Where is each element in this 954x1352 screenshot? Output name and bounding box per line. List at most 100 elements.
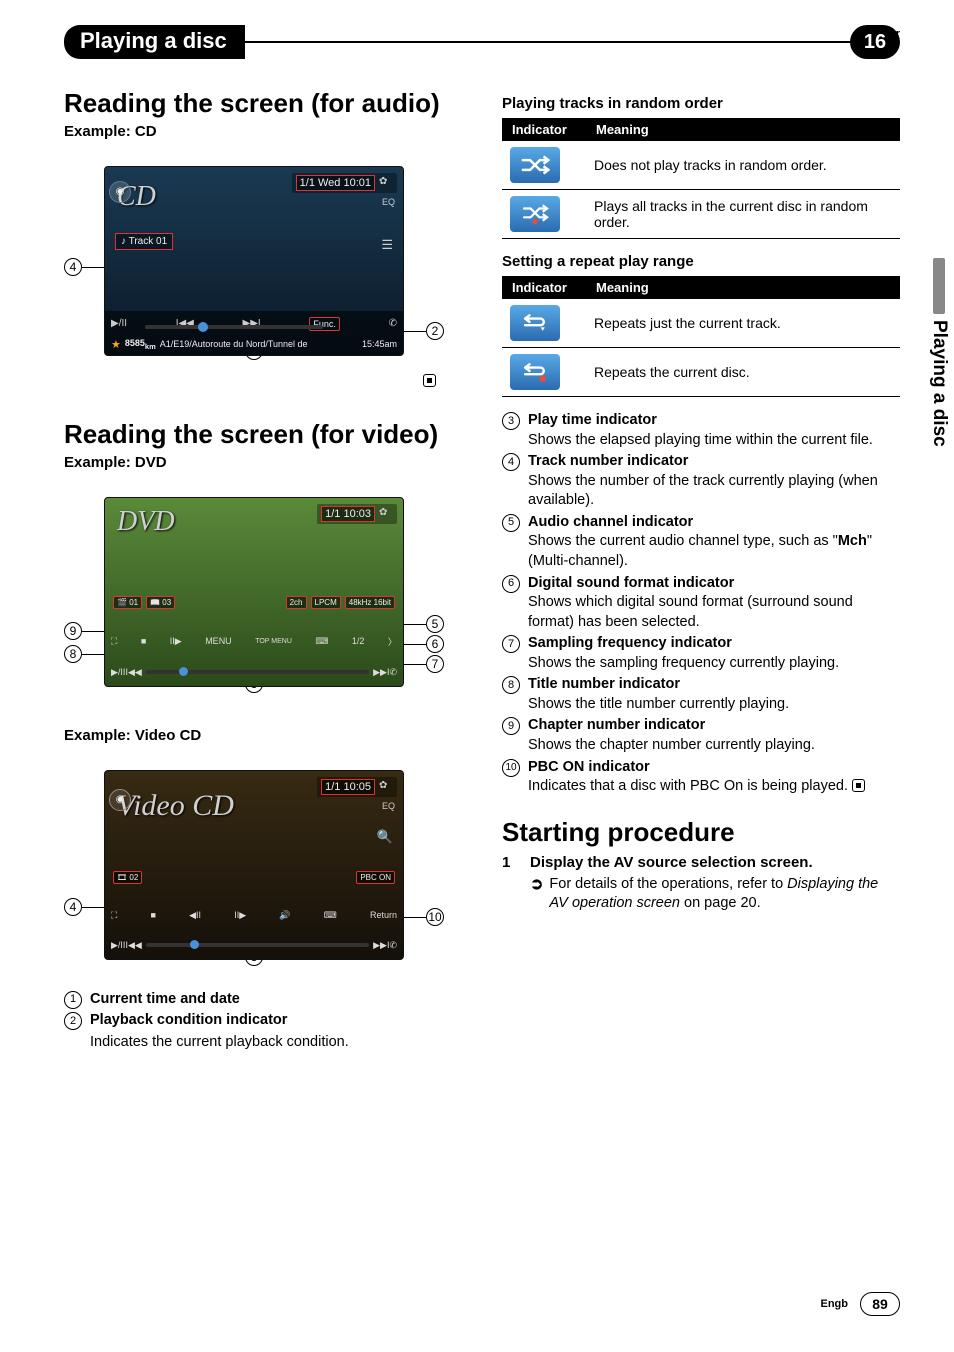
callout-6: 6 bbox=[426, 635, 444, 653]
stop-icon: ■ bbox=[141, 636, 146, 646]
repeat-heading: Setting a repeat play range bbox=[502, 253, 900, 270]
th-meaning: Meaning bbox=[586, 118, 900, 141]
item4-desc: Shows the number of the track currently … bbox=[528, 473, 878, 509]
track-badge: 🎞 02 bbox=[113, 871, 142, 884]
shuffle-off-icon bbox=[510, 147, 560, 183]
audio-icon: 🔊 bbox=[279, 910, 290, 921]
screen-logo-dvd: DVD bbox=[117, 506, 175, 538]
example-dvd-label: Example: DVD bbox=[64, 454, 462, 471]
item8-desc: Shows the title number currently playing… bbox=[528, 696, 789, 712]
play-pause-icon: ▶/II bbox=[111, 318, 127, 329]
gear-icon: ✿ bbox=[379, 780, 393, 794]
page-footer: Engb 89 bbox=[821, 1292, 901, 1316]
table-row: Plays all tracks in the current disc in … bbox=[502, 190, 900, 239]
play-pause-icon: ▶/II bbox=[111, 940, 125, 951]
slow-icon: II▶ bbox=[170, 636, 182, 647]
stop-icon: ■ bbox=[151, 910, 156, 920]
repeat-disc-meaning: Repeats the current disc. bbox=[586, 348, 900, 397]
repeat-track-meaning: Repeats just the current track. bbox=[586, 299, 900, 348]
item8-title: Title number indicator bbox=[528, 676, 680, 692]
item7-desc: Shows the sampling frequency currently p… bbox=[528, 655, 839, 671]
table-row: Does not play tracks in random order. bbox=[502, 141, 900, 190]
item3-desc: Shows the elapsed playing time within th… bbox=[528, 432, 873, 448]
callout-4: 4 bbox=[64, 258, 82, 276]
clock-indicator-vcd: 1/1 10:05 bbox=[321, 779, 375, 795]
footer-language: Engb bbox=[821, 1298, 849, 1310]
phone-icon: ✆ bbox=[389, 667, 397, 678]
example-cd-label: Example: CD bbox=[64, 123, 462, 140]
callout-5: 5 bbox=[426, 615, 444, 633]
nav-distance: 8585km bbox=[125, 338, 156, 351]
shuffle-on-icon bbox=[510, 196, 560, 232]
list-icon: ☰ bbox=[381, 237, 393, 253]
clock-indicator-dvd: 1/1 10:03 bbox=[321, 506, 375, 522]
item10-title: PBC ON indicator bbox=[528, 759, 650, 775]
legend-num-2: 2 bbox=[64, 1012, 82, 1030]
chapter-number-oval: 16 bbox=[850, 25, 900, 59]
table-row: Repeats the current disc. bbox=[502, 348, 900, 397]
return-button: Return bbox=[370, 910, 397, 920]
reference-line: ➲ For details of the operations, refer t… bbox=[502, 875, 900, 914]
menu-button: MENU bbox=[205, 636, 232, 646]
item10-desc: Indicates that a disc with PBC On is bei… bbox=[528, 778, 865, 794]
fullscreen-icon: ⛶ bbox=[111, 636, 117, 647]
footer-page-number: 89 bbox=[860, 1292, 900, 1316]
side-tab-text: Playing a disc bbox=[928, 320, 950, 447]
play-pause-icon: ▶/II bbox=[111, 667, 125, 678]
phone-icon: ✆ bbox=[389, 318, 397, 329]
heading-starting-procedure: Starting procedure bbox=[502, 817, 900, 848]
random-off-meaning: Does not play tracks in random order. bbox=[586, 141, 900, 190]
next-icon: ▶▶I bbox=[373, 940, 389, 951]
section-title: Playing a disc bbox=[64, 25, 245, 59]
search-icon: 🔍 bbox=[377, 829, 393, 845]
repeat-disc-icon bbox=[510, 354, 560, 390]
disc-icon: ◉ bbox=[109, 789, 131, 811]
end-of-section-icon bbox=[852, 779, 865, 792]
nav-route-text: A1/E19/Autoroute du Nord/Tunnel de bbox=[160, 339, 358, 349]
next-page-icon: 〉 bbox=[388, 635, 397, 648]
item5-title: Audio channel indicator bbox=[528, 514, 693, 530]
next-icon: ▶▶I bbox=[373, 667, 389, 678]
page-count: 1/2 bbox=[352, 636, 365, 646]
random-heading: Playing tracks in random order bbox=[502, 95, 900, 112]
eq-label: EQ bbox=[382, 197, 395, 207]
chapter-header-bar: Playing a disc 16 bbox=[64, 25, 900, 59]
star-icon: ★ bbox=[111, 338, 121, 351]
item5-desc: Shows the current audio channel type, su… bbox=[528, 533, 872, 569]
heading-reading-video: Reading the screen (for video) bbox=[64, 420, 462, 450]
ch-badge: 2ch bbox=[286, 596, 307, 609]
chapter-badge: 📖 03 bbox=[146, 596, 175, 609]
random-table: Indicator Meaning Does not play tracks i… bbox=[502, 118, 900, 239]
legend-list-right: 3Play time indicatorShows the elapsed pl… bbox=[502, 411, 900, 797]
eq-label: EQ bbox=[382, 801, 395, 811]
keypad-icon: ⌨ bbox=[324, 910, 337, 921]
callout-7: 7 bbox=[426, 655, 444, 673]
pbc-badge: PBC ON bbox=[356, 871, 395, 884]
gear-icon: ✿ bbox=[379, 176, 393, 190]
phone-icon: ✆ bbox=[389, 940, 397, 951]
random-on-meaning: Plays all tracks in the current disc in … bbox=[586, 190, 900, 239]
legend-1-title: Current time and date bbox=[90, 991, 240, 1007]
khz-badge: 48kHz 16bit bbox=[345, 596, 395, 609]
title-badge: 🎬 01 bbox=[113, 596, 142, 609]
step-number: 1 bbox=[502, 854, 516, 871]
disc-icon: ◉ bbox=[109, 181, 131, 203]
repeat-table: Indicator Meaning Repeats just the curre… bbox=[502, 276, 900, 397]
clock-indicator: 1/1 Wed 10:01 bbox=[296, 175, 375, 191]
slow-icon: II▶ bbox=[234, 910, 246, 921]
track-indicator: ♪ Track 01 bbox=[115, 233, 173, 250]
legend-2-desc: Indicates the current playback condition… bbox=[64, 1033, 462, 1053]
dvd-screenshot-area: 1 9 8 5 6 7 3 DVD 1/1 10:03 ✿ bbox=[64, 497, 444, 687]
th-indicator: Indicator bbox=[502, 276, 586, 299]
item6-desc: Shows which digital sound format (surrou… bbox=[528, 594, 853, 630]
side-tab-bar bbox=[933, 258, 945, 314]
callout-9: 9 bbox=[64, 622, 82, 640]
item9-desc: Shows the chapter number currently playi… bbox=[528, 737, 815, 753]
item3-title: Play time indicator bbox=[528, 412, 657, 428]
fullscreen-icon: ⛶ bbox=[111, 910, 117, 921]
prev-icon: I◀◀ bbox=[125, 940, 141, 951]
heading-reading-audio: Reading the screen (for audio) bbox=[64, 89, 462, 119]
legend-num-1: 1 bbox=[64, 991, 82, 1009]
th-meaning: Meaning bbox=[586, 276, 900, 299]
gear-icon: ✿ bbox=[379, 507, 393, 521]
